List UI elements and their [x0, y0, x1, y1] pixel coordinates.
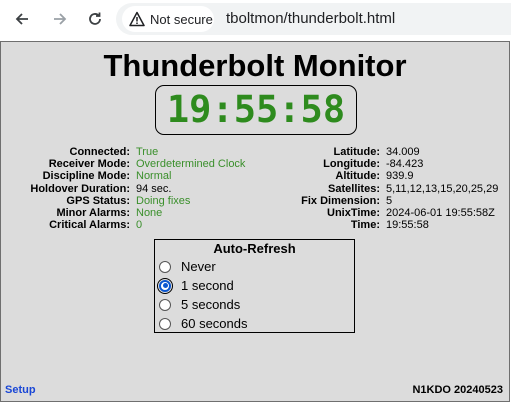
- value-gps-status: Doing fixes: [136, 194, 191, 207]
- version-label: N1KDO 20240523: [412, 384, 503, 396]
- label-unixtime: UnixTime:: [327, 207, 380, 220]
- refresh-option-label: 1 second: [181, 278, 234, 293]
- url-text[interactable]: tboltmon/thunderbolt.html: [226, 10, 395, 27]
- reload-icon[interactable]: [84, 8, 106, 30]
- radio-never[interactable]: [159, 260, 171, 273]
- status-right-labels: Latitude: Longitude: Altitude: Satellite…: [261, 146, 380, 231]
- label-holdover-duration: Holdover Duration:: [30, 182, 130, 195]
- value-holdover-duration: 94 sec.: [136, 182, 172, 195]
- auto-refresh-title: Auto-Refresh: [213, 241, 296, 256]
- back-arrow-icon[interactable]: [11, 8, 33, 30]
- forward-arrow-icon[interactable]: [49, 8, 71, 30]
- value-connected: True: [136, 146, 159, 158]
- value-minor-alarms: None: [136, 207, 163, 220]
- label-satellites: Satellites:: [328, 182, 380, 195]
- label-discipline-mode: Discipline Mode:: [42, 170, 130, 183]
- browser-toolbar: Not secure tboltmon/thunderbolt.html: [0, 0, 511, 38]
- value-altitude: 939.9: [386, 170, 414, 183]
- clock-display: 19:55:58: [155, 85, 357, 135]
- value-fix-dimension: 5: [386, 194, 393, 207]
- value-longitude: -84.423: [386, 158, 424, 171]
- label-receiver-mode: Receiver Mode:: [48, 158, 130, 171]
- label-longitude: Longitude:: [323, 158, 380, 171]
- value-latitude: 34.009: [386, 146, 420, 158]
- refresh-option-60-seconds[interactable]: 60 seconds: [159, 316, 248, 331]
- refresh-option-1-second[interactable]: 1 second: [157, 277, 234, 294]
- refresh-option-never[interactable]: Never: [159, 259, 216, 274]
- label-altitude: Altitude:: [335, 170, 380, 183]
- refresh-option-label: 60 seconds: [181, 316, 248, 331]
- value-discipline-mode: Normal: [136, 170, 172, 183]
- label-connected: Connected:: [69, 146, 131, 158]
- warning-icon: [129, 11, 145, 27]
- auto-refresh-group: Auto-Refresh Never 1 second 5 seconds 60…: [154, 239, 355, 333]
- value-receiver-mode: Overdetermined Clock: [136, 158, 246, 171]
- value-critical-alarms: 0: [136, 219, 143, 232]
- refresh-option-5-seconds[interactable]: 5 seconds: [159, 297, 240, 312]
- label-gps-status: GPS Status:: [66, 194, 130, 207]
- value-time: 19:55:58: [386, 219, 429, 232]
- security-chip[interactable]: Not secure: [122, 6, 214, 32]
- label-minor-alarms: Minor Alarms:: [56, 207, 130, 220]
- status-left-values: True Overdetermined Clock Normal 94 sec.…: [136, 146, 245, 231]
- monitor-page: Thunderbolt Monitor 19:55:58 Connected: …: [0, 41, 510, 402]
- label-time: Time:: [350, 219, 380, 232]
- radio-1-second[interactable]: [157, 277, 173, 294]
- security-label: Not secure: [150, 11, 213, 27]
- refresh-option-label: Never: [181, 259, 216, 274]
- status-right-values: 34.009 -84.423 939.9 5,11,12,13,15,20,25…: [386, 146, 498, 231]
- value-unixtime: 2024-06-01 19:55:58Z: [386, 207, 495, 220]
- label-critical-alarms: Critical Alarms:: [49, 219, 130, 232]
- refresh-option-label: 5 seconds: [181, 297, 241, 312]
- status-left-labels: Connected: Receiver Mode: Discipline Mod…: [1, 146, 130, 231]
- page-title: Thunderbolt Monitor: [103, 48, 407, 83]
- value-satellites: 5,11,12,13,15,20,25,29: [386, 182, 499, 195]
- radio-60-seconds[interactable]: [159, 317, 171, 330]
- setup-link[interactable]: Setup: [5, 384, 36, 396]
- label-latitude: Latitude:: [333, 146, 380, 158]
- label-fix-dimension: Fix Dimension:: [301, 194, 380, 207]
- radio-5-seconds[interactable]: [159, 298, 171, 311]
